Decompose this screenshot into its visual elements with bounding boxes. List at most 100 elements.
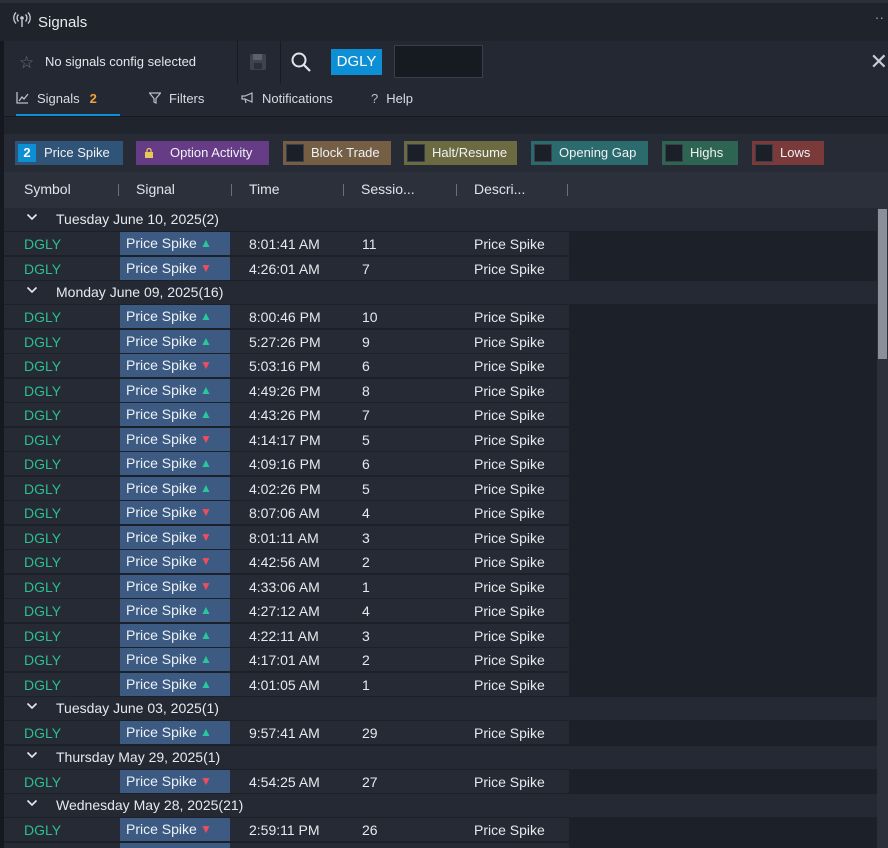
chevron-down-icon[interactable] xyxy=(26,211,38,223)
chip-checkbox[interactable] xyxy=(407,144,425,162)
symbol-cell[interactable]: DGLY xyxy=(24,358,61,374)
symbol-cell[interactable]: DGLY xyxy=(24,334,61,350)
column-resize-handle[interactable] xyxy=(343,184,344,196)
chevron-down-icon[interactable] xyxy=(26,749,38,761)
column-resize-handle[interactable] xyxy=(456,184,457,196)
table-row[interactable]: DGLY Price Spike ▼ 4:14:17 PM 5 Price Spike xyxy=(4,427,569,451)
table-row[interactable]: DGLY Price Spike ▼ 4:42:56 AM 2 Price Spike xyxy=(4,550,569,573)
column-resize-handle[interactable] xyxy=(118,184,119,196)
tab-filters[interactable]: Filters xyxy=(149,84,204,114)
symbol-cell[interactable]: DGLY xyxy=(24,261,61,277)
chevron-down-icon[interactable] xyxy=(26,700,38,712)
table-row[interactable]: DGLY Price Spike ▲ 4:22:11 AM 3 Price Spike xyxy=(4,623,569,647)
symbol-cell[interactable]: DGLY xyxy=(24,456,61,472)
arrow-down-icon: ▼ xyxy=(200,554,212,568)
date-group-header[interactable]: Tuesday June 10, 2025(2) xyxy=(4,208,877,231)
chevron-down-icon[interactable] xyxy=(26,797,38,809)
table-row[interactable]: DGLY Price Spike ▼ 4:54:25 AM 27 Price Spike xyxy=(4,769,569,793)
column-header-symbol[interactable]: Symbol xyxy=(24,181,71,197)
tab-notifications[interactable]: Notifications xyxy=(241,84,333,114)
table-row[interactable]: DGLY Price Spike ▲ 8:01:41 AM 11 Price Spike xyxy=(4,232,569,255)
table-row[interactable]: DGLY Price Spike ▼ 8:01:11 AM 3 Price Spike xyxy=(4,525,569,549)
symbol-cell[interactable]: DGLY xyxy=(24,725,61,741)
signals-toolbar: ☆ No signals config selected DGLY ✕ xyxy=(4,41,888,85)
table-row[interactable]: DGLY Price Spike ▲ 5:27:26 PM 9 Price Spike xyxy=(4,329,569,353)
symbol-input[interactable] xyxy=(394,45,483,78)
date-group-header[interactable]: Tuesday June 03, 2025(1) xyxy=(4,697,877,720)
symbol-cell[interactable]: DGLY xyxy=(24,628,61,644)
chevron-down-icon[interactable] xyxy=(26,284,38,296)
session-cell: 4 xyxy=(362,603,370,619)
symbol-cell[interactable]: DGLY xyxy=(24,774,61,790)
tab-help[interactable]: ? Help xyxy=(371,84,413,114)
description-cell: Price Spike xyxy=(474,676,545,693)
config-selector[interactable]: No signals config selected xyxy=(45,54,196,69)
date-group-header[interactable]: Wednesday May 28, 2025(21) xyxy=(4,794,877,817)
symbol-cell[interactable]: DGLY xyxy=(24,505,61,521)
chip-price-spike[interactable]: 2 Price Spike xyxy=(15,141,123,165)
column-header-signal[interactable]: Signal xyxy=(136,181,175,197)
column-header-description[interactable]: Descri... xyxy=(474,181,525,197)
symbol-cell[interactable]: DGLY xyxy=(24,383,61,399)
table-row[interactable]: DGLY Price Spike ▲ 4:09:16 PM 6 Price Spike xyxy=(4,452,569,475)
table-row[interactable]: DGLY Price Spike ▲ 4:49:26 PM 8 Price Spike xyxy=(4,378,569,402)
star-icon[interactable]: ☆ xyxy=(19,53,34,73)
table-row[interactable]: DGLY Price Spike ▼ 8:07:06 AM 4 Price Spike xyxy=(4,501,569,524)
signal-cell: Price Spike ▲ xyxy=(120,721,230,744)
chip-checkbox[interactable] xyxy=(755,144,773,162)
symbol-cell[interactable]: DGLY xyxy=(24,822,61,838)
time-cell: 5:03:16 PM xyxy=(249,358,321,374)
chip-block-trade[interactable]: Block Trade xyxy=(283,141,391,165)
scrollbar-thumb[interactable] xyxy=(878,209,887,359)
vertical-scrollbar[interactable] xyxy=(877,208,888,848)
symbol-cell[interactable]: DGLY xyxy=(24,554,61,570)
session-cell: 29 xyxy=(362,725,378,741)
search-icon[interactable] xyxy=(291,52,311,72)
table-row[interactable]: DGLY Price Spike ▲ 4:17:01 AM 2 Price Spike xyxy=(4,648,569,671)
table-row[interactable]: DGLY Price Spike ▲ 8:00:46 PM 10 Price Spike xyxy=(4,305,569,328)
symbol-cell[interactable]: DGLY xyxy=(24,236,61,252)
date-group-header[interactable]: Thursday May 29, 2025(1) xyxy=(4,745,877,769)
chip-lows[interactable]: Lows xyxy=(752,141,824,165)
chip-highs[interactable]: Highs xyxy=(662,141,738,165)
chip-checkbox[interactable] xyxy=(665,144,683,162)
symbol-cell[interactable]: DGLY xyxy=(24,481,61,497)
date-group-header[interactable]: Monday June 09, 2025(16) xyxy=(4,281,877,304)
table-row[interactable]: DGLY Price Spike ▲ 4:43:26 PM 7 Price Spike xyxy=(4,403,569,426)
column-header-session[interactable]: Sessio... xyxy=(361,181,415,197)
symbol-cell[interactable]: DGLY xyxy=(24,677,61,693)
table-row[interactable]: DGLY Price Spike ▲ 9:57:41 AM 29 Price Spike xyxy=(4,721,569,744)
column-resize-handle[interactable] xyxy=(231,184,232,196)
column-resize-handle[interactable] xyxy=(567,184,568,196)
table-row[interactable]: DGLY Price Spike ▼ 4:26:01 AM 7 Price Spike xyxy=(4,256,569,280)
tab-signals[interactable]: Signals 2 xyxy=(16,84,120,116)
table-row[interactable]: DGLY Price Spike ▼ 4:33:06 AM 1 Price Spike xyxy=(4,574,569,598)
symbol-cell[interactable]: DGLY xyxy=(24,652,61,668)
group-label: Wednesday May 28, 2025(21) xyxy=(56,797,243,813)
symbol-cell[interactable]: DGLY xyxy=(24,407,61,423)
chip-option-activity[interactable]: Option Activity xyxy=(136,141,269,165)
table-row[interactable]: DGLY Price Spike ▲ 4:01:05 AM 1 Price Spike xyxy=(4,672,569,696)
signal-label: Price Spike xyxy=(126,553,197,569)
close-icon[interactable]: ✕ xyxy=(870,51,888,73)
table-row[interactable]: DGLY Price Spike ▼ 5:03:16 PM 6 Price Spike xyxy=(4,354,569,377)
chip-checkbox[interactable] xyxy=(286,144,304,162)
more-options-icon[interactable]: ·· xyxy=(875,9,884,25)
table-row[interactable]: DGLYPrice Spike▼2:37:56 PM25Price Spike xyxy=(4,842,569,848)
chip-checkbox[interactable] xyxy=(534,144,552,162)
time-cell: 4:54:25 AM xyxy=(249,773,320,790)
chip-halt-resume[interactable]: Halt/Resume xyxy=(404,141,517,165)
table-row[interactable]: DGLY Price Spike ▲ 4:27:12 AM 4 Price Spike xyxy=(4,599,569,622)
column-header-time[interactable]: Time xyxy=(249,181,280,197)
chip-opening-gap[interactable]: Opening Gap xyxy=(531,141,648,165)
symbol-cell[interactable]: DGLY xyxy=(24,432,61,448)
symbol-cell[interactable]: DGLY xyxy=(24,530,61,546)
symbol-cell[interactable]: DGLY xyxy=(24,579,61,595)
save-icon[interactable] xyxy=(249,53,267,71)
signal-label: Price Spike xyxy=(126,259,197,276)
table-row[interactable]: DGLY Price Spike ▲ 4:02:26 PM 5 Price Spike xyxy=(4,476,569,500)
symbol-cell[interactable]: DGLY xyxy=(24,309,61,325)
symbol-cell[interactable]: DGLY xyxy=(24,603,61,619)
table-row[interactable]: DGLY Price Spike ▼ 2:59:11 PM 26 Price Spike xyxy=(4,818,569,841)
symbol-tag[interactable]: DGLY xyxy=(331,49,382,75)
